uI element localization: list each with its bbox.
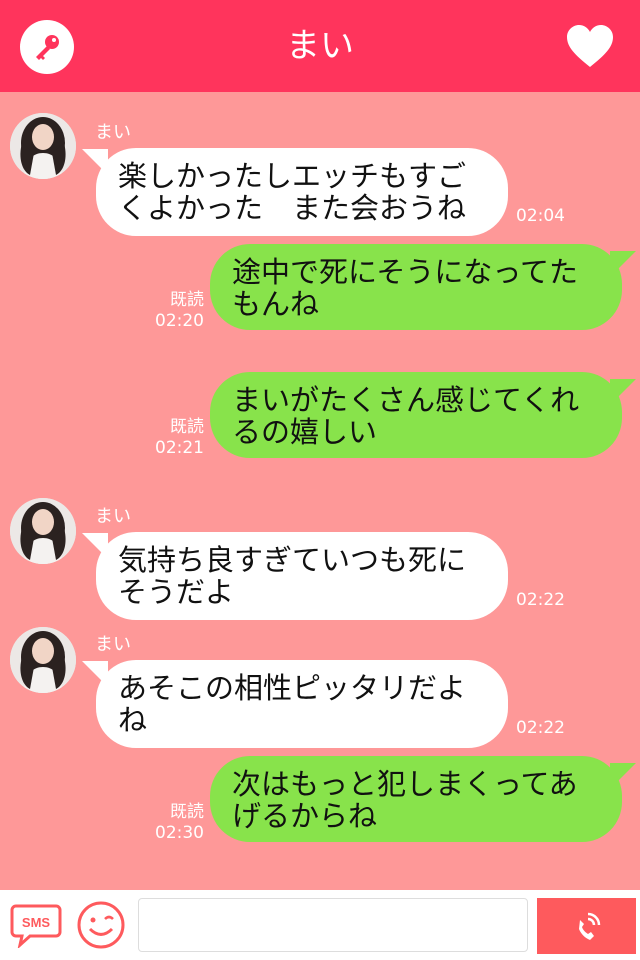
avatar[interactable]: [10, 498, 76, 564]
message-text-line: ね: [118, 703, 148, 737]
message-text-line: 気持ち良すぎていつも死に: [118, 543, 467, 577]
message-text-line: 楽しかったしエッチもすご: [118, 159, 467, 193]
message-text-line: 次はもっと犯しまくってあ: [232, 767, 578, 801]
message-bubble[interactable]: まいがたくさん感じてくれ るの嬉しい: [210, 372, 622, 458]
smiley-icon: [77, 901, 125, 949]
key-icon: [36, 35, 59, 60]
sender-name: まい: [95, 506, 131, 527]
message-time: 02:22: [516, 590, 565, 610]
heart-icon: [567, 25, 613, 67]
phone-icon: [578, 912, 600, 940]
avatar[interactable]: [10, 113, 76, 179]
message-bubble[interactable]: 次はもっと犯しまくってあ げるからね: [210, 756, 622, 842]
favorite-button[interactable]: [564, 20, 616, 72]
message-text-line: あそこの相性ピッタリだよ: [118, 671, 467, 705]
read-status: 既読 02:21: [144, 417, 204, 459]
footer-tools: SMS: [6, 896, 134, 954]
read-label: 既読: [170, 417, 204, 437]
bubble-tail: [610, 251, 636, 277]
bubble-tail: [610, 763, 636, 789]
avatar[interactable]: [10, 627, 76, 693]
sms-icon: SMS: [10, 904, 62, 948]
sms-button[interactable]: SMS: [6, 896, 66, 954]
chat-title: まい: [286, 26, 354, 66]
read-status: 既読 02:20: [144, 290, 204, 332]
message-text-line: そうだよ: [118, 575, 235, 609]
input-bar: SMS: [0, 890, 640, 960]
avatar-photo: [10, 627, 76, 693]
header-bar: まい: [0, 0, 640, 92]
message-time: 02:04: [516, 206, 565, 226]
message-text-line: もんね: [232, 287, 320, 321]
message-bubble[interactable]: 途中で死にそうになってた もんね: [210, 244, 622, 330]
key-button[interactable]: [20, 20, 74, 74]
message-time: 02:21: [155, 438, 204, 458]
message-bubble[interactable]: 気持ち良すぎていつも死に そうだよ: [96, 532, 508, 620]
message-input[interactable]: [138, 898, 528, 952]
bubble-tail: [610, 379, 636, 405]
message-time: 02:30: [155, 823, 204, 843]
message-bubble[interactable]: 楽しかったしエッチもすご くよかった また会おうね: [96, 148, 508, 236]
sms-label: SMS: [22, 915, 51, 930]
message-text-line: くよかった また会おうね: [118, 191, 467, 225]
emoji-button[interactable]: [72, 896, 130, 954]
read-label: 既読: [170, 802, 204, 822]
avatar-photo: [10, 113, 76, 179]
sender-name: まい: [95, 634, 131, 655]
message-text-line: げるからね: [232, 799, 378, 833]
message-text-line: まいがたくさん感じてくれ: [232, 383, 580, 417]
message-time: 02:20: [155, 311, 204, 331]
message-time: 02:22: [516, 718, 565, 738]
call-button[interactable]: [537, 898, 636, 954]
message-text-line: るの嬉しい: [232, 415, 378, 449]
avatar-photo: [10, 498, 76, 564]
message-text-line: 途中で死にそうになってた: [232, 255, 578, 289]
message-bubble[interactable]: あそこの相性ピッタリだよ ね: [96, 660, 508, 748]
sender-name: まい: [95, 122, 131, 143]
read-label: 既読: [170, 290, 204, 310]
read-status: 既読 02:30: [144, 802, 204, 844]
